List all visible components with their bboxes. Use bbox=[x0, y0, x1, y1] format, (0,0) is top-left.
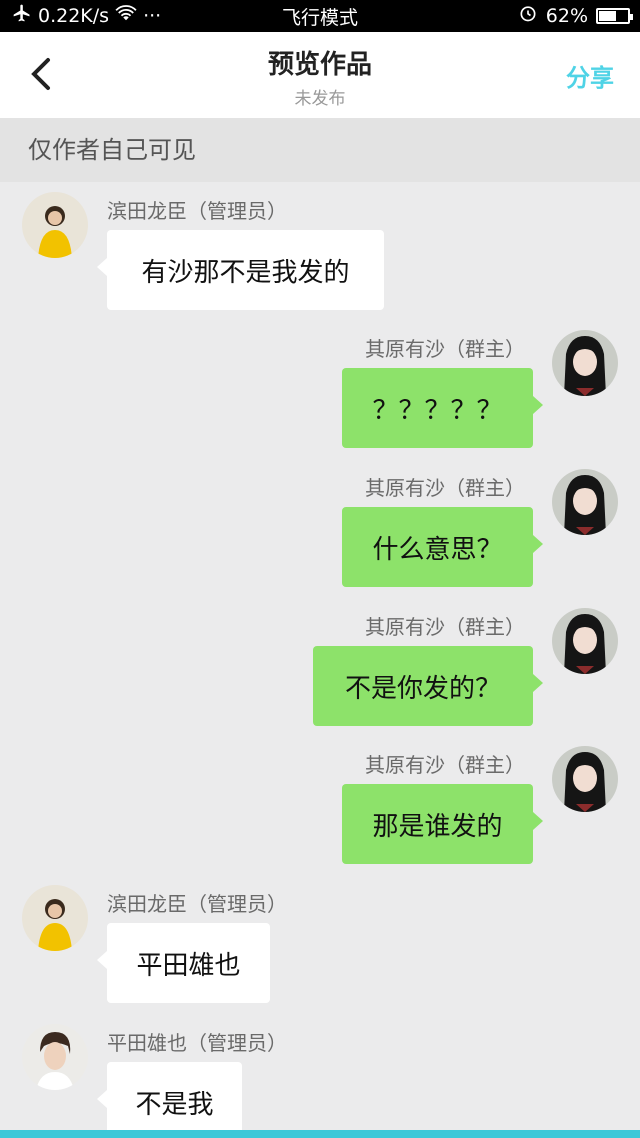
sender-name: 滨田龙臣（管理员） bbox=[107, 892, 287, 916]
girl-black-hair-avatar[interactable] bbox=[552, 330, 618, 396]
sender-name: 平田雄也（管理员） bbox=[107, 1031, 287, 1055]
yellow-hoodie-avatar[interactable] bbox=[22, 192, 88, 258]
battery-percent: 62% bbox=[545, 4, 588, 27]
status-right: 62% bbox=[518, 3, 633, 28]
chat-area[interactable]: 滨田龙臣（管理员） 有沙那不是我发的 其原有沙（群主） ？？？？？ 其原有沙（群… bbox=[0, 182, 640, 1130]
page-title: 预览作品 bbox=[267, 50, 372, 80]
sender-name: 滨田龙臣（管理员） bbox=[107, 199, 287, 223]
status-bar: 0.22K/s ··· 飞行模式 62% bbox=[0, 0, 640, 32]
sender-name: 其原有沙（群主） bbox=[365, 615, 525, 639]
visibility-notice: 仅作者自己可见 bbox=[0, 118, 640, 182]
message-bubble[interactable]: 有沙那不是我发的 bbox=[97, 230, 384, 310]
boy-white-shirt-avatar[interactable] bbox=[22, 1024, 88, 1090]
header: 预览作品 未发布 分享 bbox=[0, 32, 640, 118]
share-button[interactable]: 分享 bbox=[566, 58, 614, 93]
girl-black-hair-avatar[interactable] bbox=[552, 469, 618, 535]
page-subtitle: 未发布 bbox=[294, 89, 346, 109]
sender-name: 其原有沙（群主） bbox=[365, 337, 525, 361]
message-bubble[interactable]: 什么意思？ bbox=[342, 507, 543, 587]
battery-fill bbox=[599, 10, 617, 21]
message-bubble[interactable]: 不是我 bbox=[97, 1062, 242, 1130]
bottom-accent-bar bbox=[0, 1130, 640, 1138]
message-bubble[interactable]: 不是你发的？ bbox=[313, 646, 543, 726]
girl-black-hair-avatar[interactable] bbox=[552, 746, 618, 812]
message-bubble[interactable]: 平田雄也 bbox=[97, 923, 270, 1003]
sender-name: 其原有沙（群主） bbox=[365, 753, 525, 777]
alarm-icon bbox=[518, 3, 538, 28]
yellow-hoodie-avatar[interactable] bbox=[22, 885, 88, 951]
girl-black-hair-avatar[interactable] bbox=[552, 608, 618, 674]
message-bubble[interactable]: ？？？？？ bbox=[342, 368, 543, 448]
sender-name: 其原有沙（群主） bbox=[365, 476, 525, 500]
battery-icon bbox=[596, 7, 633, 24]
message-bubble[interactable]: 那是谁发的 bbox=[342, 784, 543, 864]
